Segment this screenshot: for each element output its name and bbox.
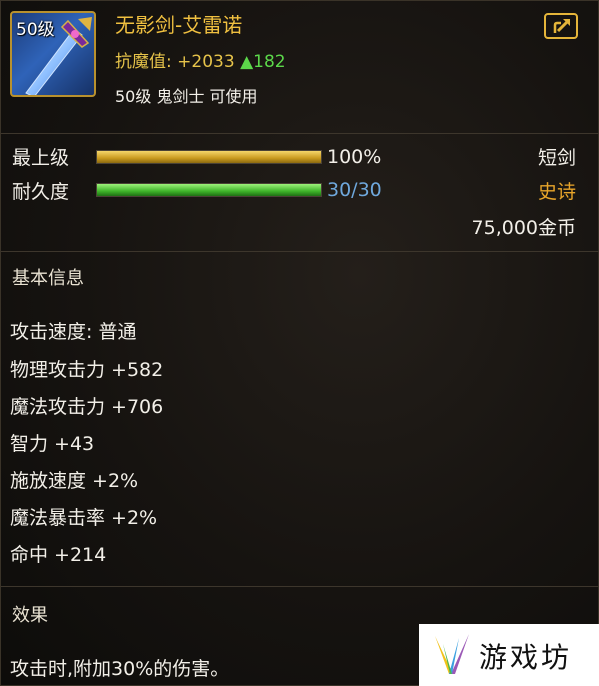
effect-divider	[1, 586, 599, 587]
upgrade-value: 100%	[327, 146, 382, 168]
resist-stat: 抗魔值: +2033 ▲182	[115, 47, 286, 72]
attribute-line: 攻击速度: 普通	[10, 321, 137, 343]
item-requirement: 50级 鬼剑士 可使用	[115, 87, 258, 106]
stats-divider	[1, 251, 599, 252]
item-price: 75,000金币	[471, 217, 576, 239]
effect-text: 攻击时,附加30%的伤害。	[10, 658, 230, 680]
item-tooltip-panel: 50级 无影剑-艾雷诺 抗魔值: +2033 ▲182 50级 鬼剑士 可使用 …	[0, 0, 599, 686]
attribute-line: 智力 +43	[10, 433, 95, 455]
item-name: 无影剑-艾雷诺	[115, 13, 243, 37]
basic-info-title: 基本信息	[12, 268, 84, 289]
durability-label: 耐久度	[12, 181, 70, 203]
attribute-line: 魔法暴击率 +2%	[10, 507, 158, 529]
item-type: 短剑	[537, 147, 576, 169]
header-divider	[1, 133, 599, 134]
durability-bar	[96, 183, 322, 197]
upgrade-label: 最上级	[12, 147, 70, 169]
durability-value: 30/30	[327, 179, 382, 201]
share-icon	[553, 19, 570, 33]
item-rarity: 史诗	[537, 181, 576, 203]
resist-label: 抗魔值:	[115, 52, 172, 72]
attribute-line: 魔法攻击力 +706	[10, 396, 164, 418]
attribute-line: 命中 +214	[10, 544, 107, 566]
upgrade-bar-fill	[97, 151, 321, 163]
effect-title: 效果	[12, 605, 48, 626]
attribute-line: 施放速度 +2%	[10, 470, 139, 492]
upgrade-bar	[96, 150, 322, 164]
durability-bar-fill	[97, 184, 321, 196]
watermark-logo-icon	[435, 634, 469, 674]
resist-increase: ▲182	[240, 52, 286, 72]
sword-icon[interactable]: 50级	[10, 11, 96, 97]
item-level-badge: 50级	[16, 20, 55, 40]
attribute-line: 物理攻击力 +582	[10, 359, 164, 381]
resist-value: +2033	[177, 52, 235, 72]
share-button[interactable]	[544, 13, 578, 39]
watermark-text: 游戏坊	[479, 641, 573, 674]
watermark: 游戏坊	[419, 624, 599, 686]
